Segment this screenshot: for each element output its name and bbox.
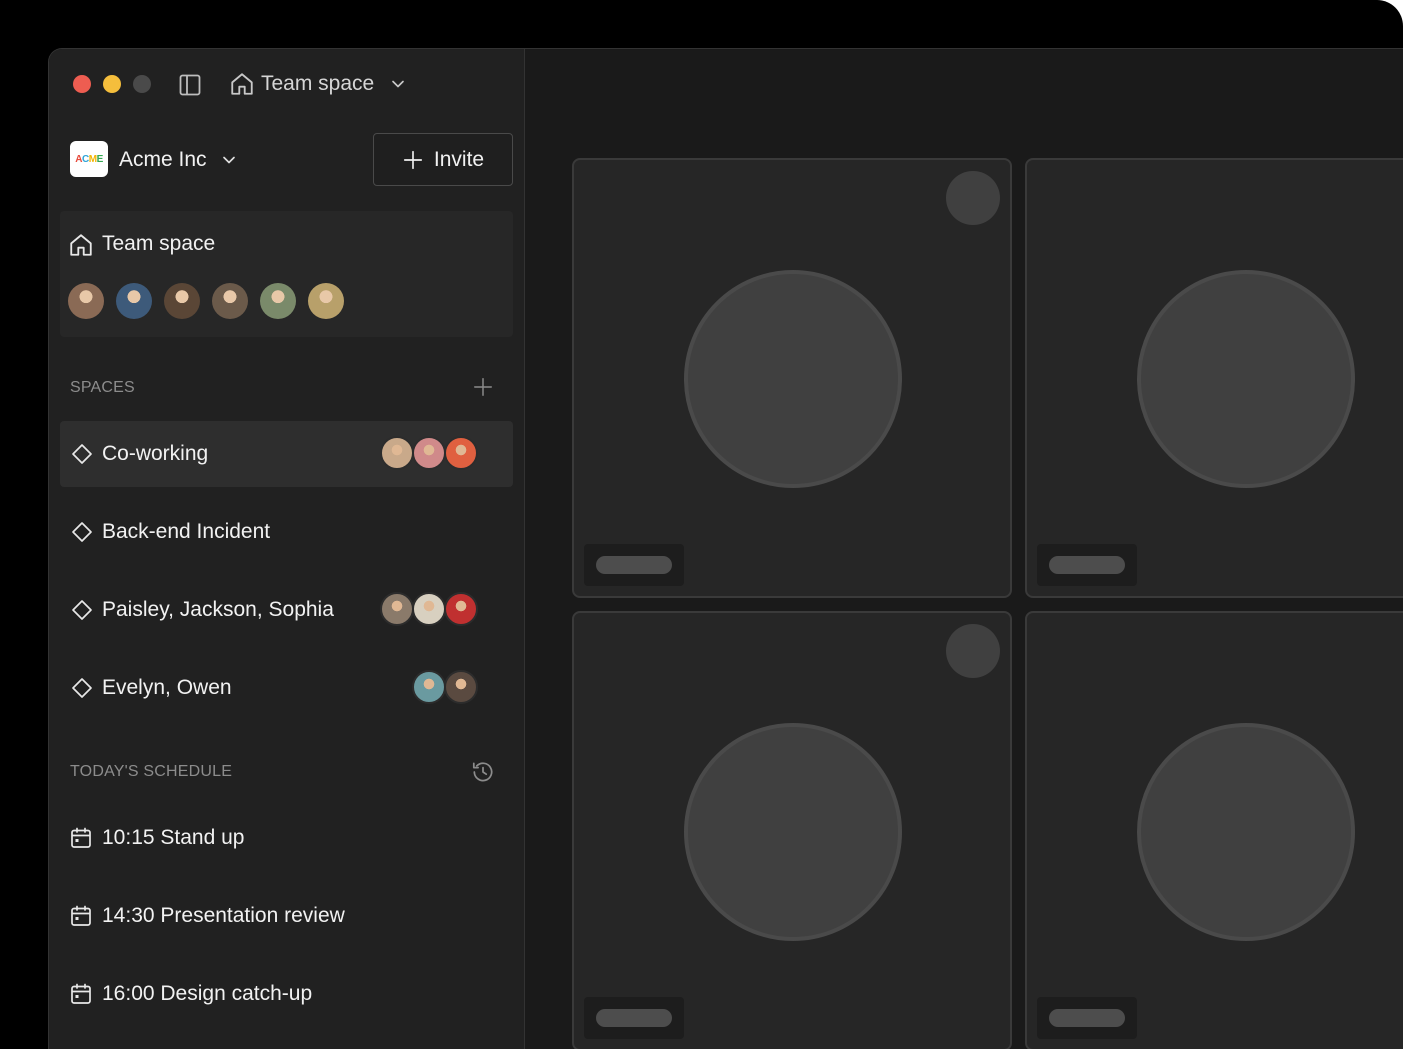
space-label: Back-end Incident (102, 520, 271, 543)
calendar-icon (71, 827, 91, 848)
calendar-icon (71, 983, 91, 1004)
team-space-title: Team space (102, 232, 216, 255)
participant-name-tag (1037, 997, 1137, 1039)
workspace-name: Acme Inc (119, 148, 207, 171)
diamond-icon (72, 678, 92, 698)
breadcrumb[interactable]: Team space (229, 71, 408, 97)
home-icon (231, 73, 253, 95)
name-placeholder (596, 556, 672, 574)
space-member-avatar (412, 436, 446, 470)
chevron-down-icon (392, 80, 405, 88)
space-member-avatar (412, 670, 446, 704)
name-placeholder (1049, 556, 1125, 574)
space-item[interactable]: Co-working (60, 421, 513, 487)
video-tile[interactable] (572, 158, 1012, 598)
participant-name-tag (584, 544, 684, 586)
video-tile[interactable] (1025, 158, 1403, 598)
schedule-item[interactable]: 16:00 Design catch-up (60, 981, 513, 1007)
sidebar: Team space ACME Acme Inc Invite Team spa… (49, 49, 525, 1049)
space-member-avatar (444, 592, 478, 626)
participant-name-tag (584, 997, 684, 1039)
diamond-icon (72, 600, 92, 620)
space-member-avatar (412, 592, 446, 626)
member-avatar[interactable] (116, 283, 152, 319)
invite-button[interactable]: Invite (373, 133, 513, 186)
participant-avatar-placeholder (1137, 270, 1355, 488)
workspace-switcher[interactable]: Acme Inc (119, 147, 239, 173)
space-member-avatar (444, 436, 478, 470)
schedule-label: 14:30 Presentation review (102, 904, 345, 927)
calendar-icon (71, 905, 91, 926)
history-icon[interactable] (470, 759, 496, 785)
member-avatar[interactable] (164, 283, 200, 319)
participant-name-tag (1037, 544, 1137, 586)
diamond-icon (72, 444, 92, 464)
member-avatar[interactable] (68, 283, 104, 319)
add-space-icon[interactable] (472, 376, 494, 398)
device-frame: Team space ACME Acme Inc Invite Team spa… (0, 0, 1403, 1049)
schedule-section-label: TODAY'S SCHEDULE (70, 763, 233, 780)
participant-avatar-placeholder (684, 723, 902, 941)
chevron-down-icon (222, 156, 235, 164)
spaces-section-label: SPACES (70, 379, 135, 396)
plus-icon (403, 150, 422, 169)
zoom-window-button[interactable] (133, 75, 151, 93)
member-avatar[interactable] (308, 283, 344, 319)
workspace-logo: ACME (70, 141, 108, 177)
participant-avatar-placeholder (684, 270, 902, 488)
schedule-label: 16:00 Design catch-up (102, 982, 313, 1005)
name-placeholder (596, 1009, 672, 1027)
tile-status-dot (946, 624, 1000, 678)
video-tile[interactable] (1025, 611, 1403, 1049)
video-grid (525, 49, 1403, 1049)
minimize-window-button[interactable] (103, 75, 121, 93)
space-member-avatar (380, 436, 414, 470)
space-label: Co-working (102, 442, 209, 465)
member-avatar[interactable] (260, 283, 296, 319)
space-member-avatar (444, 670, 478, 704)
home-icon (70, 234, 92, 256)
space-item[interactable]: Evelyn, Owen (60, 655, 513, 721)
space-member-avatar (380, 592, 414, 626)
close-window-button[interactable] (73, 75, 91, 93)
sidebar-toggle-icon[interactable] (178, 73, 202, 97)
schedule-label: 10:15 Stand up (102, 826, 245, 849)
tile-status-dot (946, 171, 1000, 225)
schedule-item[interactable]: 10:15 Stand up (60, 825, 513, 851)
invite-label: Invite (433, 147, 485, 171)
space-label: Evelyn, Owen (102, 676, 232, 699)
member-avatar[interactable] (212, 283, 248, 319)
breadcrumb-title: Team space (261, 72, 375, 95)
app-window: Team space ACME Acme Inc Invite Team spa… (48, 48, 1403, 1049)
team-space-card[interactable]: Team space (60, 211, 513, 337)
name-placeholder (1049, 1009, 1125, 1027)
workspace-logo-text: ACME (75, 153, 103, 165)
participant-avatar-placeholder (1137, 723, 1355, 941)
space-item[interactable]: Paisley, Jackson, Sophia (60, 577, 513, 643)
diamond-icon (72, 522, 92, 542)
space-label: Paisley, Jackson, Sophia (102, 598, 334, 621)
schedule-item[interactable]: 14:30 Presentation review (60, 903, 513, 929)
space-item[interactable]: Back-end Incident (60, 499, 513, 565)
video-tile[interactable] (572, 611, 1012, 1049)
